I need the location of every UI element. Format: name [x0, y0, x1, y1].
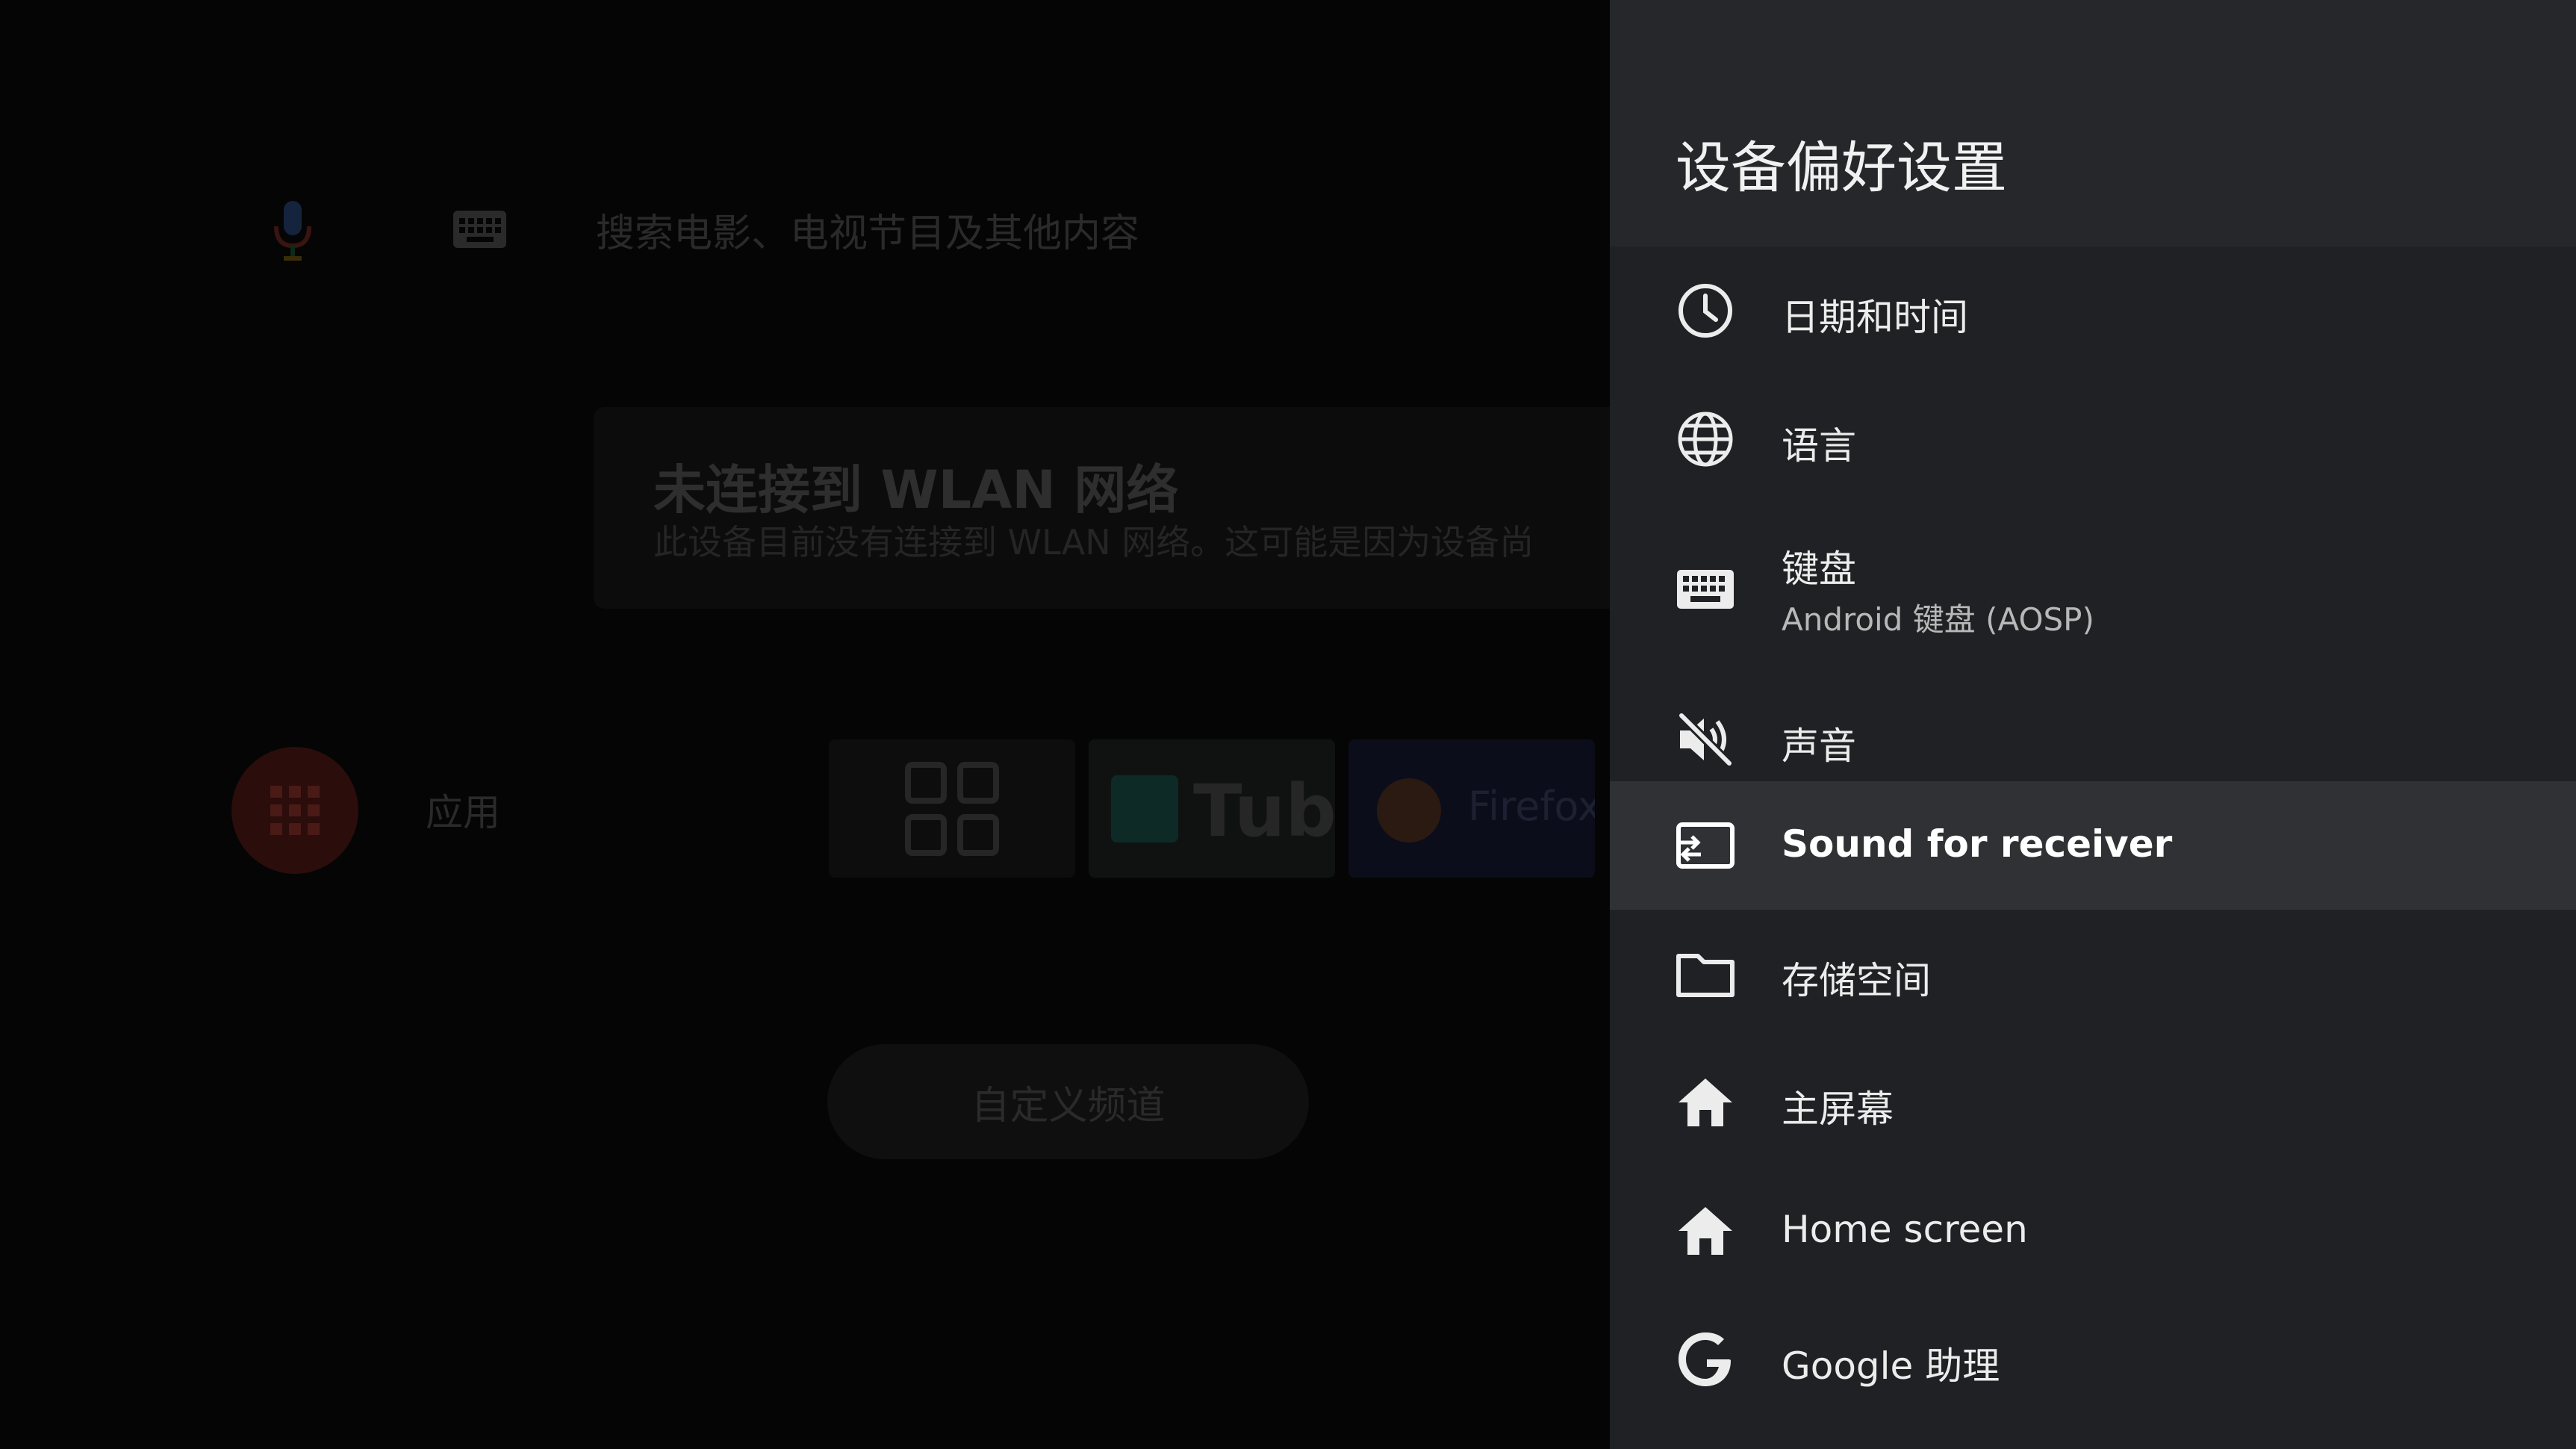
wifi-card-subtitle: 此设备目前没有连接到 WLAN 网络。这可能是因为设备尚	[653, 522, 1534, 562]
clock-icon	[1679, 284, 1732, 338]
home-icon	[1679, 1207, 1732, 1255]
keyboard-icon[interactable]	[452, 209, 508, 249]
menu-item-label: 存储空间	[1782, 959, 1931, 1002]
google-icon	[1679, 1332, 1731, 1386]
apps-button[interactable]	[231, 747, 358, 874]
folder-icon	[1676, 954, 1735, 997]
menu-item-label: 声音	[1782, 724, 1856, 768]
globe-icon	[1678, 412, 1733, 467]
home-icon	[1679, 1079, 1732, 1126]
menu-item-storage[interactable]: 存储空间	[1610, 910, 2576, 1038]
firefox-logo-icon	[1377, 778, 1441, 843]
youtube-tile-text: Tube	[1193, 769, 1335, 853]
menu-item-date-time[interactable]: 日期和时间	[1610, 246, 2576, 375]
device-preferences-panel: 设备偏好设置 日期和时间 语言 键盘 Android 键盘 (AOSP) 声音 …	[1610, 0, 2576, 1449]
customize-channels-button[interactable]: 自定义频道	[827, 1044, 1309, 1159]
firefox-tile[interactable]: Firefox	[1348, 739, 1595, 878]
menu-item-label: Google 助理	[1782, 1344, 2000, 1388]
menu-item-label: 语言	[1782, 424, 1856, 468]
menu-item-google-assistant[interactable]: Google 助理	[1610, 1295, 2576, 1424]
menu-item-sound-for-receiver[interactable]: Sound for receiver	[1610, 781, 2576, 910]
panel-title: 设备偏好设置	[1676, 136, 2007, 200]
youtube-tile[interactable]: Tube	[1089, 739, 1335, 878]
menu-item-keyboard[interactable]: 键盘 Android 键盘 (AOSP)	[1610, 503, 2576, 675]
menu-item-home-screen[interactable]: Home screen	[1610, 1167, 2576, 1295]
cast-icon	[1676, 822, 1735, 869]
menu-item-label: 日期和时间	[1782, 296, 1968, 339]
youtube-logo-icon	[1111, 775, 1178, 843]
firefox-tile-text: Firefox	[1468, 783, 1595, 830]
apps-label: 应用	[426, 791, 500, 834]
menu-item-label: Sound for receiver	[1782, 822, 2173, 866]
menu-item-sublabel: Android 键盘 (AOSP)	[1782, 601, 2094, 638]
panel-header: 设备偏好设置	[1610, 0, 2576, 246]
grid-tile-icon	[905, 762, 999, 856]
menu-item-label: 主屏幕	[1782, 1087, 1894, 1131]
wifi-notification-card[interactable]: 未连接到 WLAN 网络 此设备目前没有连接到 WLAN 网络。这可能是因为设备…	[594, 407, 1610, 609]
menu-item-label: 键盘	[1782, 547, 1856, 591]
volume-off-icon	[1678, 712, 1733, 767]
keyboard-icon	[1677, 570, 1734, 609]
microphone-icon[interactable]	[270, 198, 315, 265]
home-screen-background: 搜索电影、电视节目及其他内容 未连接到 WLAN 网络 此设备目前没有连接到 W…	[0, 0, 1610, 1449]
menu-item-home-screen-zh[interactable]: 主屏幕	[1610, 1038, 2576, 1167]
apps-grid-icon	[270, 786, 320, 835]
apps-grid-tile[interactable]	[829, 739, 1075, 878]
wifi-card-title: 未连接到 WLAN 网络	[653, 459, 1179, 521]
menu-item-label: Home screen	[1782, 1208, 2028, 1251]
menu-item-language[interactable]: 语言	[1610, 375, 2576, 503]
search-placeholder[interactable]: 搜索电影、电视节目及其他内容	[596, 202, 1139, 258]
